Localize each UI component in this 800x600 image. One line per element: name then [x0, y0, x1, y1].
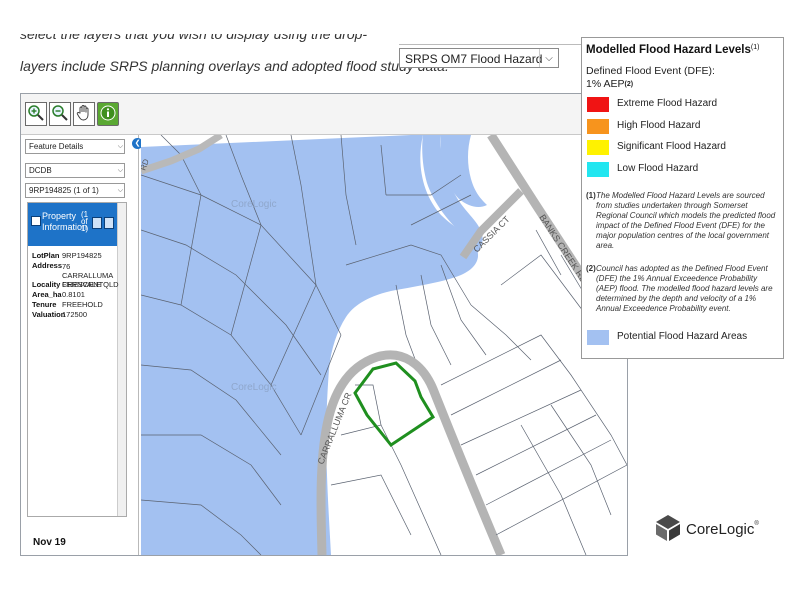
map-toolbar	[21, 94, 627, 135]
panel-nav: (1 of 1)	[81, 210, 89, 233]
zoom-in-button[interactable]	[25, 102, 47, 126]
legend-label-potential: Potential Flood Hazard Areas	[617, 331, 748, 342]
property-row: Valuation 172500	[32, 310, 88, 319]
flood-hazard-zone-main	[141, 135, 479, 555]
layer-dcdb-select[interactable]: DCDB ⌵	[25, 163, 125, 178]
legend-title: Modelled Flood Hazard Levels(1)	[586, 44, 760, 56]
chevron-down-icon: ⌵	[117, 187, 123, 194]
record-select[interactable]: 9RP194825 (1 of 1) ⌵	[25, 183, 125, 198]
intro-line-2: layers include SRPS planning overlays an…	[20, 58, 449, 74]
property-panel-header: Property Information (1 of 1)	[28, 203, 118, 246]
property-row: Tenure FREEHOLD	[32, 300, 103, 309]
layer-dcdb-value: DCDB	[29, 166, 52, 175]
panel-scrollbar[interactable]	[117, 203, 126, 516]
property-row: Address 76 CARRALLUMA CRESCENT	[32, 261, 113, 289]
layer-select-value: SRPS OM7 Flood Hazard	[405, 52, 543, 66]
legend-swatch-high	[587, 119, 609, 134]
legend-note-2: (2) Council has adopted as the Defined F…	[586, 264, 773, 313]
legend-label-low: Low Flood Hazard	[617, 163, 699, 174]
export-icon[interactable]	[92, 217, 102, 229]
legend-swatch-significant	[587, 140, 609, 155]
legend-label-extreme: Extreme Flood Hazard	[617, 98, 718, 109]
layer-select[interactable]: SRPS OM7 Flood Hazard ⌵	[399, 48, 559, 68]
info-button[interactable]	[97, 102, 119, 126]
property-row: Locality FERNVALE QLD	[32, 280, 119, 289]
sidebar: Feature Details ⌵ DCDB ⌵ 9RP194825 (1 of…	[21, 135, 139, 555]
zoom-out-icon	[52, 105, 68, 121]
map-viewer: Feature Details ⌵ DCDB ⌵ 9RP194825 (1 of…	[20, 93, 628, 556]
hand-icon	[76, 105, 89, 121]
legend-note-1: (1) The Modelled Flood Hazard Levels are…	[586, 191, 776, 250]
road-carralluma-cr	[316, 350, 506, 555]
property-panel: Property Information (1 of 1) LotPlan 9R…	[27, 202, 127, 517]
collapse-icon[interactable]	[31, 216, 41, 226]
map-graphic: CARRALLUMA CR CASSIA CT BANKS CREEK RD R…	[141, 135, 627, 555]
zoom-out-button[interactable]	[49, 102, 71, 126]
flood-hazard-legend: Modelled Flood Hazard Levels(1) Defined …	[581, 37, 784, 359]
property-row: LotPlan 9RP194825	[32, 251, 102, 260]
chevron-down-icon: ⌵	[117, 167, 123, 174]
legend-swatch-low	[587, 162, 609, 177]
pan-button[interactable]	[73, 102, 95, 126]
record-select-value: 9RP194825 (1 of 1)	[29, 186, 99, 195]
intro-line-1-clipped: select the layers that you wish to displ…	[20, 34, 368, 42]
legend-label-significant: Significant Flood Hazard	[617, 141, 726, 152]
print-icon[interactable]	[104, 217, 114, 229]
map-canvas[interactable]: CARRALLUMA CR CASSIA CT BANKS CREEK RD R…	[141, 135, 627, 555]
legend-swatch-extreme	[587, 97, 609, 112]
corelogic-mark-icon	[656, 515, 680, 541]
corelogic-wordmark: CoreLogic®	[686, 521, 759, 538]
feature-details-select[interactable]: Feature Details ⌵	[25, 139, 125, 154]
divider	[399, 44, 584, 45]
legend-swatch-potential	[587, 330, 609, 345]
date-stamp: Nov 19	[33, 537, 66, 548]
chevron-down-icon: ⌵	[117, 143, 123, 150]
chevron-down-icon: ⌵	[539, 49, 558, 67]
legend-label-high: High Flood Hazard	[617, 120, 701, 131]
watermark: CoreLogic	[231, 199, 277, 210]
property-row: Area_ha 0.8101	[32, 290, 85, 299]
legend-subtitle: Defined Flood Event (DFE): 1% AEP(2)	[586, 65, 715, 90]
watermark: CoreLogic	[231, 382, 277, 393]
feature-details-value: Feature Details	[29, 142, 84, 151]
property-table: LotPlan 9RP194825 Address 76 CARRALLUMA …	[32, 251, 122, 320]
info-icon	[100, 105, 116, 121]
zoom-in-icon	[28, 105, 44, 121]
